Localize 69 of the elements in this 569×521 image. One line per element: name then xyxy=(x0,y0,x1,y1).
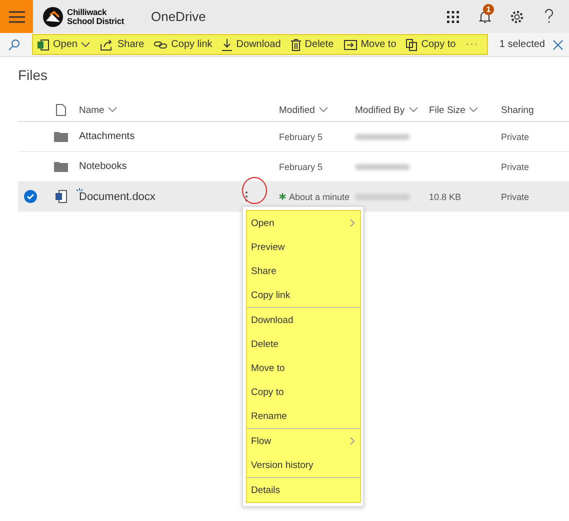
blurred-name xyxy=(355,194,410,200)
page-title: Files xyxy=(18,67,49,85)
selection-count: 1 selected xyxy=(499,39,545,50)
modified-date: February 5 xyxy=(279,132,323,142)
sharing-status: Private xyxy=(501,192,530,202)
menu-item[interactable]: Details xyxy=(247,478,360,502)
notifications-button[interactable]: 1 xyxy=(469,0,501,33)
menu-item[interactable]: Flow xyxy=(247,429,360,453)
word-file-icon xyxy=(55,190,67,203)
toolbar-button[interactable]: Delete xyxy=(290,38,334,50)
file-name[interactable]: Document.docx xyxy=(79,190,156,202)
blurred-name xyxy=(355,164,410,170)
logo-icon xyxy=(42,6,64,28)
sharing-status: Private xyxy=(501,162,530,172)
toolbar-button[interactable]: Open xyxy=(37,38,90,50)
file-name[interactable]: Attachments xyxy=(79,131,135,142)
modified-date: February 5 xyxy=(279,162,323,172)
download-icon xyxy=(222,38,232,50)
toolbar-button[interactable]: Share xyxy=(100,38,144,50)
menu-item[interactable]: Preview xyxy=(247,235,360,259)
column-header[interactable]: Modified xyxy=(279,99,355,121)
grid-icon xyxy=(447,10,459,22)
close-icon xyxy=(553,40,563,50)
modified-date: About a minute xyxy=(289,192,350,202)
settings-icon xyxy=(510,10,524,24)
menu-button[interactable] xyxy=(0,0,33,33)
logo-text: Chilliwack xyxy=(67,8,108,16)
link-icon xyxy=(154,40,168,50)
blurred-name xyxy=(355,134,410,140)
highlight-circle xyxy=(242,177,267,204)
file-size: 10.8 KB xyxy=(429,192,462,202)
menu-item[interactable]: Rename xyxy=(247,404,360,428)
move-icon xyxy=(344,40,357,50)
share-icon xyxy=(100,38,114,50)
checkmark-circle-icon xyxy=(24,190,37,203)
column-header[interactable]: File Size xyxy=(429,99,501,121)
notification-badge: 1 xyxy=(483,4,494,15)
menu-item[interactable]: Copy to xyxy=(247,380,360,404)
toolbar-button[interactable]: Copy link xyxy=(154,39,212,50)
copy-icon xyxy=(406,38,418,50)
column-header[interactable]: Modified By xyxy=(355,99,429,121)
toolbar-button[interactable]: Download xyxy=(222,38,281,50)
menu-item[interactable]: Copy link xyxy=(247,283,360,307)
toolbar-button[interactable]: Copy to xyxy=(406,38,456,50)
table-row[interactable]: Document.docx About a minute 10.8 KB Private xyxy=(18,182,569,212)
search-icon xyxy=(8,38,20,50)
toolbar-button[interactable]: Move to xyxy=(344,39,396,50)
trash-icon xyxy=(290,38,301,50)
file-name[interactable]: Notebooks xyxy=(79,161,127,172)
folder-icon xyxy=(54,161,68,172)
column-header[interactable]: Sharing xyxy=(501,99,569,121)
vertical-dots-icon xyxy=(244,191,248,202)
menu-item[interactable]: Version history xyxy=(247,453,360,477)
table-row[interactable]: Attachments February 5 Private xyxy=(18,122,569,152)
folder-icon xyxy=(54,131,68,142)
sharing-status: Private xyxy=(501,132,530,142)
more-button[interactable]: ··· xyxy=(466,39,479,50)
menu-item[interactable]: Move to xyxy=(247,356,360,380)
help-icon xyxy=(544,9,554,24)
menu-item[interactable]: Share xyxy=(247,259,360,283)
app-name: OneDrive xyxy=(150,9,206,24)
menu-item[interactable]: Download xyxy=(247,308,360,332)
menu-item[interactable]: Delete xyxy=(247,332,360,356)
word-file-icon xyxy=(37,38,49,50)
menu-icon xyxy=(8,10,24,22)
menu-item[interactable]: Open xyxy=(247,211,360,235)
file-type-icon xyxy=(56,104,66,116)
column-header[interactable]: Name xyxy=(79,99,279,121)
logo-text: School District xyxy=(67,16,124,26)
